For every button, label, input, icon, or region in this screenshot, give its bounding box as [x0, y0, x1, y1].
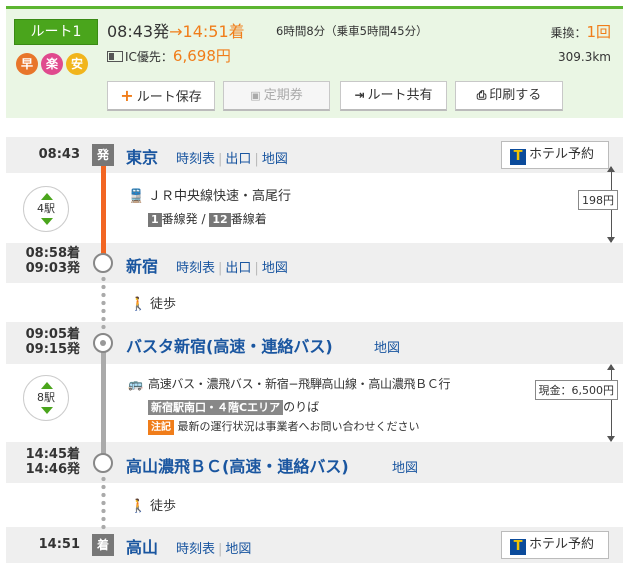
easiest-mark: 楽: [41, 53, 63, 75]
route-summary: ルート1 早 楽 安 08:43発→14:51着 6時間8分（乗車5時間45分）…: [6, 6, 623, 118]
stop-count: 8駅: [37, 391, 55, 404]
boarding-info: 新宿駅南口・４階Cエリア のりば: [148, 398, 319, 415]
service-notice: 注記 最新の運行状況は事業者へお問い合わせください: [148, 418, 420, 435]
route-times: 08:43発→14:51着: [107, 18, 245, 42]
fare-total: 6,698円: [172, 47, 231, 65]
stop-count: 4駅: [37, 202, 55, 215]
station-node: [93, 453, 113, 473]
hotel-reserve-button[interactable]: T ホテル予約: [501, 141, 609, 169]
ic-fare: IC優先：6,698円: [107, 45, 231, 66]
depart-mark: 発: [92, 144, 114, 166]
timetable-link[interactable]: 時刻表: [176, 152, 215, 167]
leg-fare: 198円: [578, 190, 618, 210]
expand-down-icon: [41, 218, 53, 225]
expand-down-icon: [41, 407, 53, 414]
printer-icon: ⎙: [476, 88, 487, 102]
depart-time: 08:43: [38, 147, 80, 162]
notice-tag: 注記: [148, 420, 174, 435]
stop-count-toggle[interactable]: 4駅: [23, 186, 69, 232]
transfer-label: 乗換：: [550, 26, 587, 40]
arrive-time: 14:51着: [182, 22, 245, 41]
arrive-mark: 着: [92, 534, 114, 556]
commuter-pass-button[interactable]: ▣ 定期券: [223, 81, 330, 111]
expand-up-icon: [41, 382, 53, 389]
station-name[interactable]: 高山濃飛ＢＣ(高速・連絡バス): [126, 453, 349, 477]
timetable-link[interactable]: 時刻表: [176, 542, 215, 557]
depart-time: 08:43発: [107, 22, 170, 41]
bus-line: [101, 345, 106, 455]
station-links: 時刻表 | 地図: [176, 542, 252, 557]
stop-count-toggle[interactable]: 8駅: [23, 375, 69, 421]
hotel-reserve-button[interactable]: T ホテル予約: [501, 531, 609, 559]
station-links: 地図: [374, 337, 400, 356]
ic-card-icon: [107, 51, 123, 62]
cheapest-mark: 安: [66, 53, 88, 75]
map-link[interactable]: 地図: [374, 341, 400, 356]
station-name[interactable]: 東京: [126, 144, 158, 168]
walk-icon: 🚶: [130, 297, 147, 312]
share-route-label: ルート共有: [367, 88, 433, 103]
map-link[interactable]: 地図: [392, 461, 418, 476]
bus-line-name: 🚌 高速バス・濃飛バス・新宿−飛騨高山線・高山濃飛ＢＣ行: [128, 377, 451, 391]
bus-stop-node: [93, 333, 113, 353]
arr-platform: 12: [209, 213, 231, 227]
train-icon: 🚆: [128, 189, 145, 204]
map-link[interactable]: 地図: [262, 152, 288, 167]
transfer-count: 1回: [586, 23, 611, 41]
fastest-mark: 早: [16, 53, 38, 75]
walk-line: [101, 475, 106, 533]
map-link[interactable]: 地図: [262, 261, 288, 276]
station-links: 時刻表 | 出口 | 地図: [176, 152, 288, 167]
duration: 6時間8分（乗車5時間45分）: [276, 24, 428, 38]
commuter-pass-label: 定期券: [263, 88, 303, 103]
walk-icon: 🚶: [130, 499, 147, 514]
platform-info: 1 番線発 / 12 番線着: [148, 210, 267, 227]
station-links: 地図: [392, 457, 418, 476]
boarding-place: 新宿駅南口・４階Cエリア: [148, 400, 284, 415]
leg-fare: 現金：6,500円: [534, 380, 618, 400]
t-hotel-icon: T: [510, 149, 526, 165]
commuter-pass-icon: ▣: [250, 89, 261, 102]
station-node: [93, 253, 113, 273]
arr-dep-time: 14:45着 14:46発: [25, 447, 80, 477]
share-route-button[interactable]: ⇥ ルート共有: [340, 81, 447, 111]
hotel-label: ホテル予約: [529, 147, 595, 162]
print-button[interactable]: ⎙ 印刷する: [455, 81, 563, 111]
train-line-name: 🚆 ＪＲ中央線快速・高尾行: [128, 189, 292, 204]
bus-icon: 🚌: [128, 377, 143, 391]
save-route-label: ルート保存: [136, 90, 202, 105]
walk-leg: 🚶 徒歩: [130, 297, 177, 312]
exit-link[interactable]: 出口: [225, 261, 251, 276]
arrive-time: 14:51: [38, 537, 80, 552]
ic-label: IC優先：: [125, 50, 173, 64]
dep-platform: 1: [148, 213, 162, 227]
transfer-info: 乗換：1回: [550, 21, 611, 42]
exit-link[interactable]: 出口: [225, 152, 251, 167]
arr-dep-time: 08:58着 09:03発: [25, 246, 80, 276]
station-name[interactable]: 新宿: [126, 253, 158, 277]
route-badge[interactable]: ルート1: [14, 19, 98, 45]
hotel-label: ホテル予約: [529, 537, 595, 552]
station-name[interactable]: バスタ新宿(高速・連絡バス): [126, 333, 333, 357]
share-icon: ⇥: [354, 88, 365, 102]
save-route-button[interactable]: + ルート保存: [107, 81, 215, 111]
station-name[interactable]: 高山: [126, 534, 158, 558]
t-hotel-icon: T: [510, 539, 526, 555]
arr-dep-time: 09:05着 09:15発: [25, 327, 80, 357]
rail-line: [101, 163, 106, 255]
print-label: 印刷する: [489, 88, 542, 103]
fare-range-arrow: [607, 364, 615, 442]
plus-icon: +: [120, 86, 134, 105]
map-link[interactable]: 地図: [225, 542, 251, 557]
distance: 309.3km: [558, 50, 611, 64]
station-links: 時刻表 | 出口 | 地図: [176, 261, 288, 276]
walk-leg: 🚶 徒歩: [130, 499, 177, 514]
walk-line: [101, 275, 106, 333]
expand-up-icon: [41, 193, 53, 200]
timetable-link[interactable]: 時刻表: [176, 261, 215, 276]
arrow: →: [169, 22, 183, 41]
